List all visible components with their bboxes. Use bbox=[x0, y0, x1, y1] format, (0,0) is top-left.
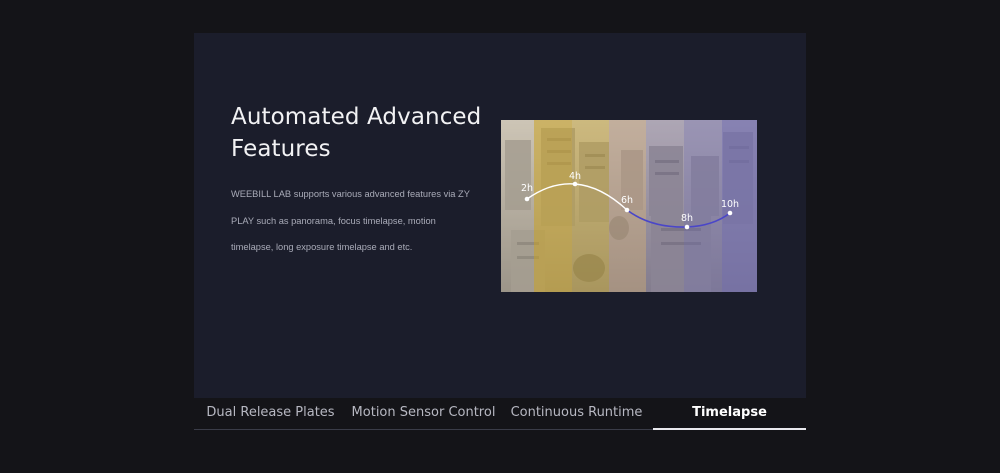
marker-dot-8h bbox=[684, 224, 690, 230]
feature-tabs: Dual Release Plates Motion Sensor Contro… bbox=[194, 398, 806, 430]
marker-dot-4h bbox=[572, 181, 578, 187]
marker-label-6h: 6h bbox=[621, 195, 633, 206]
feature-panel: Automated Advanced Features WEEBILL LAB … bbox=[194, 33, 806, 398]
color-band-5 bbox=[646, 120, 684, 292]
color-band-6 bbox=[684, 120, 722, 292]
marker-dot-6h bbox=[624, 207, 630, 213]
marker-label-10h: 10h bbox=[721, 199, 739, 210]
tab-continuous-runtime[interactable]: Continuous Runtime bbox=[500, 398, 653, 429]
marker-label-4h: 4h bbox=[569, 171, 581, 182]
timelapse-illustration: 2h 4h 6h 8h 10h bbox=[501, 120, 757, 292]
marker-label-8h: 8h bbox=[681, 213, 693, 224]
marker-dot-10h bbox=[727, 210, 733, 216]
marker-label-2h: 2h bbox=[521, 183, 533, 194]
tab-timelapse[interactable]: Timelapse bbox=[653, 398, 806, 430]
color-band-1 bbox=[501, 120, 534, 292]
tab-dual-release-plates[interactable]: Dual Release Plates bbox=[194, 398, 347, 429]
color-bands bbox=[501, 120, 757, 292]
color-band-4 bbox=[609, 120, 646, 292]
marker-dot-2h bbox=[524, 196, 530, 202]
feature-title: Automated Advanced Features bbox=[231, 104, 482, 162]
color-band-2 bbox=[534, 120, 572, 292]
color-band-3 bbox=[572, 120, 609, 292]
timelapse-image: 2h 4h 6h 8h 10h bbox=[501, 120, 757, 292]
feature-description: WEEBILL LAB supports various advanced fe… bbox=[231, 189, 470, 252]
tab-motion-sensor-control[interactable]: Motion Sensor Control bbox=[347, 398, 500, 429]
